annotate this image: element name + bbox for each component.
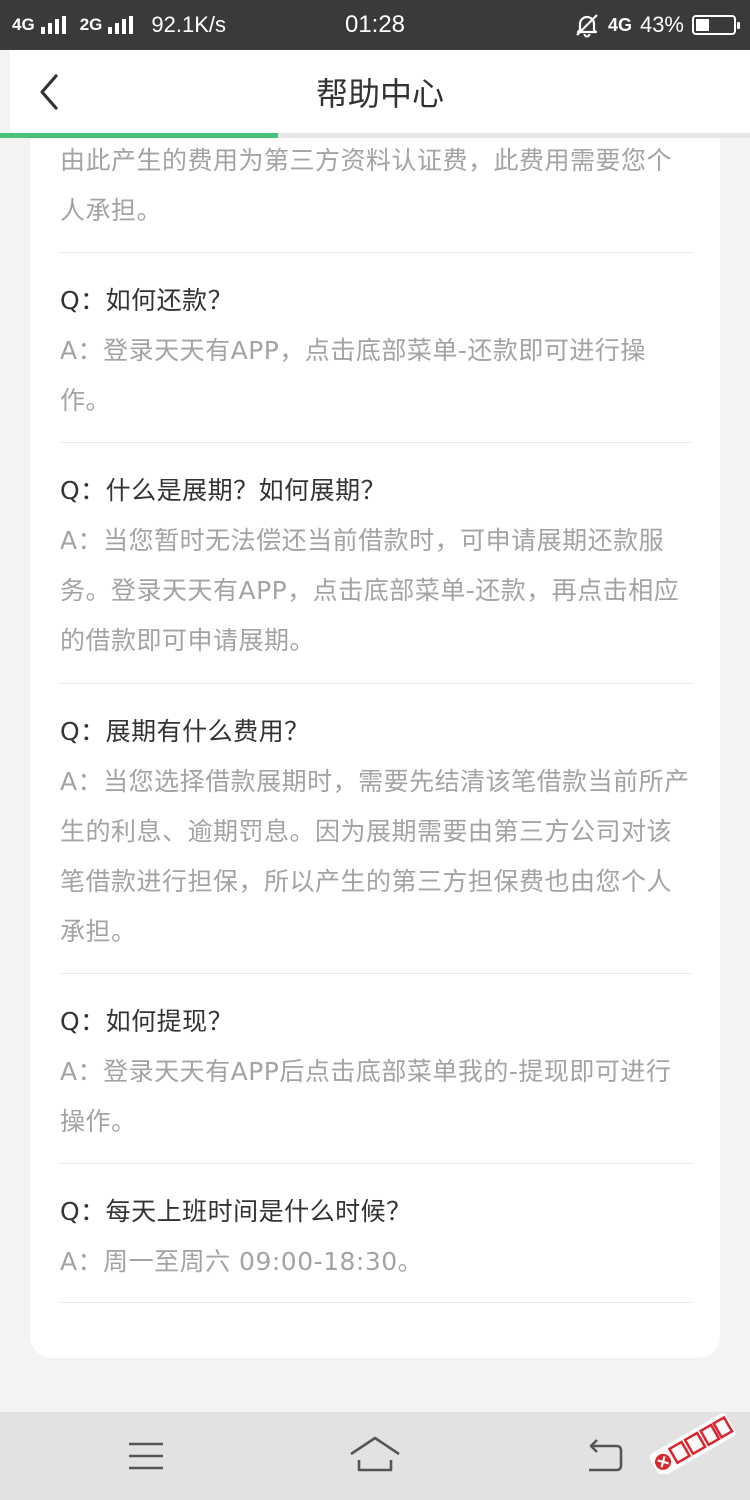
watermark-logo [649,1413,736,1474]
question-text: Q：如何还款？ [60,286,234,315]
answer-text: 由此产生的费用为第三方资料认证费，此费用需要您个人承担。 [60,146,673,225]
battery-icon [692,15,740,35]
divider [60,973,692,974]
divider [60,683,692,684]
answer-text: A：当您暂时无法偿还当前借款时，可申请展期还款服务。登录天天有APP，点击底部菜… [60,526,680,655]
faq-card: 由此产生的费用为第三方资料认证费，此费用需要您个人承担。 Q：如何还款？ A：登… [30,138,720,1358]
status-right: 4G 43% [574,0,740,50]
menu-icon [129,1442,163,1470]
question-text: Q：每天上班时间是什么时候？ [60,1197,412,1226]
answer-text: A：登录天天有APP，点击底部菜单-还款即可进行操作。 [60,336,646,415]
faq-item-extension-fee: Q：展期有什么费用？ A：当您选择借款展期时，需要先结清该笔借款当前所产生的利息… [60,707,692,957]
faq-item-extension: Q：什么是展期？如何展期？ A：当您暂时无法偿还当前借款时，可申请展期还款服务。… [60,466,692,666]
faq-partial-answer: 由此产生的费用为第三方资料认证费，此费用需要您个人承担。 [60,136,692,236]
battery-level [696,19,710,31]
network-type-3: 4G [607,14,632,35]
question-text: Q：什么是展期？如何展期？ [60,476,387,505]
system-nav-bar [0,1412,750,1500]
question-text: Q：展期有什么费用？ [60,717,310,746]
answer-text: A：当您选择借款展期时，需要先结清该笔借款当前所产生的利息、逾期罚息。因为展期需… [60,767,690,946]
home-button[interactable] [347,1430,403,1482]
divider [60,252,692,253]
divider [60,442,692,443]
header: 帮助中心 [10,50,750,134]
faq-item-hours: Q：每天上班时间是什么时候？ A：周一至周六 09:00-18:30。 [60,1187,692,1287]
divider [60,1302,692,1303]
back-nav-button[interactable] [577,1430,633,1482]
bell-off-icon [576,14,598,38]
menu-button[interactable] [118,1430,174,1482]
divider [60,1163,692,1164]
faq-item-repayment: Q：如何还款？ A：登录天天有APP，点击底部菜单-还款即可进行操作。 [60,276,692,426]
page-title: 帮助中心 [315,75,444,113]
status-bar: 4G 2G 92.1K/s 01:28 4G 43% [0,0,750,50]
home-icon [350,1436,400,1472]
battery-percentage: 43% [639,12,684,37]
answer-text: A：周一至周六 09:00-18:30。 [60,1247,424,1276]
answer-text: A：登录天天有APP后点击底部菜单我的-提现即可进行操作。 [60,1057,672,1136]
question-text: Q：如何提现？ [60,1007,234,1036]
return-icon [589,1439,623,1472]
faq-item-withdraw: Q：如何提现？ A：登录天天有APP后点击底部菜单我的-提现即可进行操作。 [60,997,692,1147]
